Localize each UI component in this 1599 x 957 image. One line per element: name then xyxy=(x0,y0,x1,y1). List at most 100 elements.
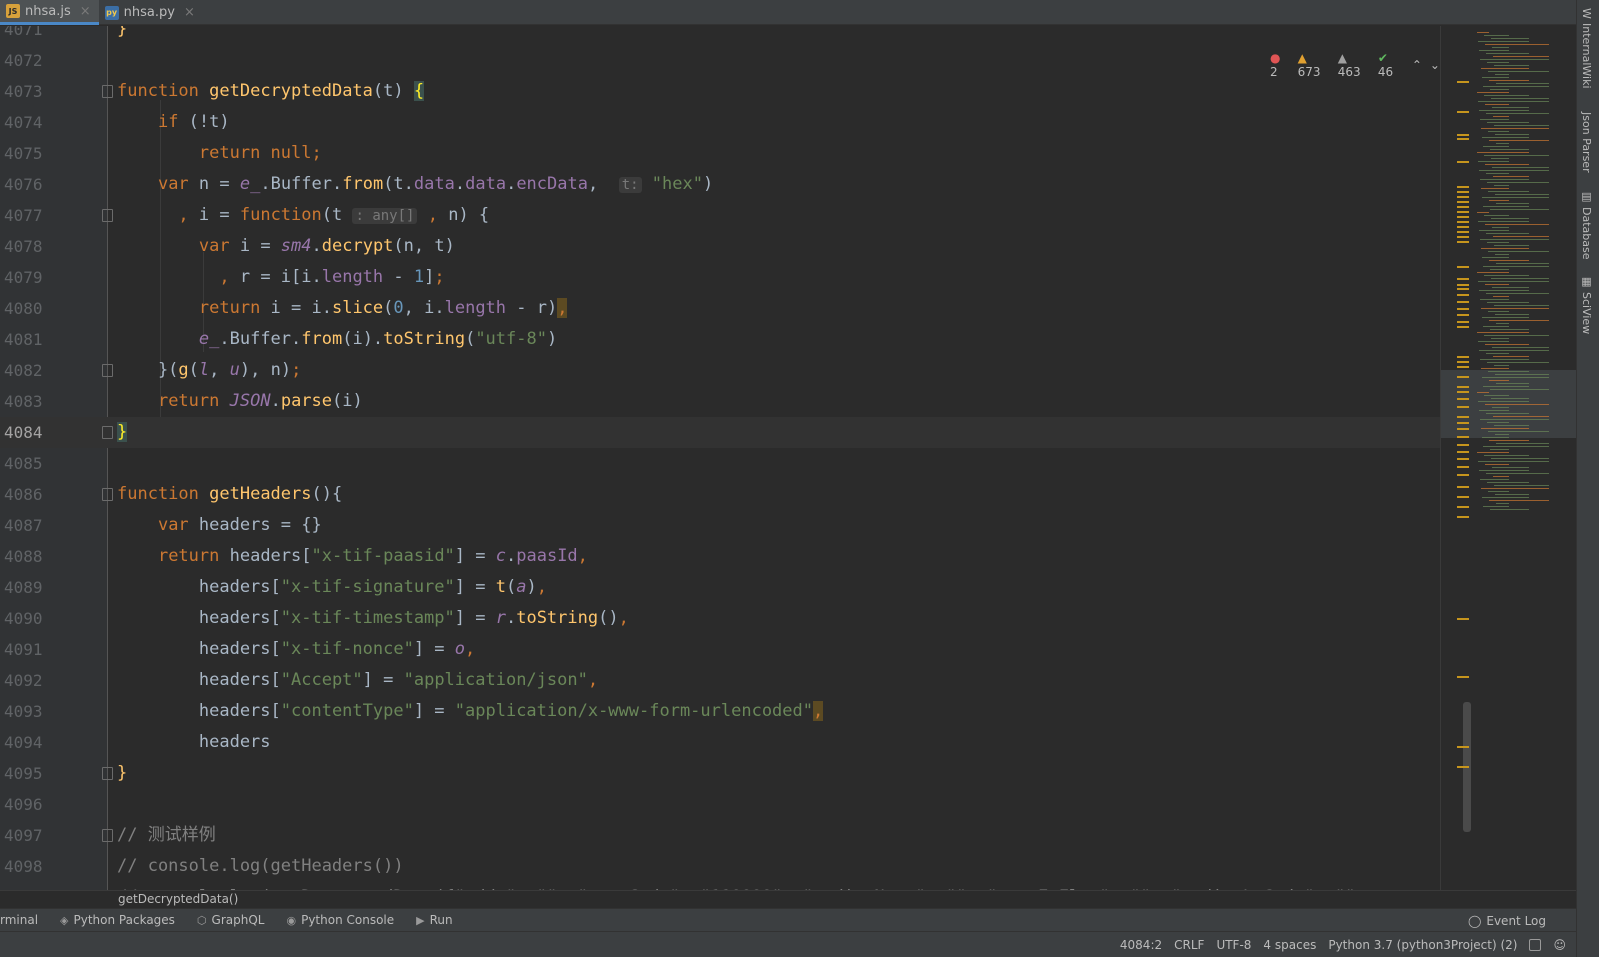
warning-stripe-mark[interactable] xyxy=(1457,81,1469,83)
warning-stripe-mark[interactable] xyxy=(1457,201,1469,203)
warning-stripe-mark[interactable] xyxy=(1457,516,1469,518)
line-number[interactable]: 4099 xyxy=(4,882,44,890)
line-number[interactable]: 4071 xyxy=(4,26,44,45)
line-separator[interactable]: CRLF xyxy=(1174,938,1204,952)
line-number[interactable]: 4088 xyxy=(4,541,44,572)
fold-marker-icon[interactable] xyxy=(102,488,113,501)
line-number[interactable]: 4096 xyxy=(4,789,44,820)
graphql-tab[interactable]: ⬡ GraphQL xyxy=(186,909,276,932)
fold-marker-icon[interactable] xyxy=(102,209,113,222)
tab-nhsa-py[interactable]: py nhsa.py × xyxy=(99,0,203,25)
warning-stripe-mark[interactable] xyxy=(1457,398,1469,400)
code-line[interactable]: 4076 var n = e_.Buffer.from(t.data.data.… xyxy=(0,169,1440,200)
warning-stripe-mark[interactable] xyxy=(1457,314,1469,316)
run-tab[interactable]: ▶ Run xyxy=(405,909,463,932)
warnings-count[interactable]: ▲ 673 xyxy=(1298,51,1330,79)
event-log-tab[interactable]: ◯ Event Log xyxy=(1468,909,1546,932)
warning-stripe-mark[interactable] xyxy=(1457,422,1469,424)
warning-stripe-mark[interactable] xyxy=(1457,288,1469,290)
line-number[interactable]: 4086 xyxy=(4,479,44,510)
line-number[interactable]: 4077 xyxy=(4,200,44,231)
warning-stripe-mark[interactable] xyxy=(1457,356,1469,358)
code-line[interactable]: 4086 function getHeaders(){ xyxy=(0,479,1440,510)
code-line[interactable]: 4073 function getDecryptedData(t) { xyxy=(0,76,1440,107)
code-line[interactable]: 4096 xyxy=(0,789,1440,820)
code-line[interactable]: 4087 var headers = {} xyxy=(0,510,1440,541)
code-line[interactable]: 4081 e_.Buffer.from(i).toString("utf-8") xyxy=(0,324,1440,355)
code-line[interactable]: 4077 , i = function(t : any[] , n) { xyxy=(0,200,1440,231)
warning-stripe-mark[interactable] xyxy=(1457,391,1469,393)
code-editor[interactable]: 4071} 4072 4073 function getDecryptedData(t… xyxy=(0,26,1440,890)
code-line[interactable]: 4071} xyxy=(0,26,1440,45)
warning-stripe-mark[interactable] xyxy=(1457,321,1469,323)
code-line[interactable]: 4078 var i = sm4.decrypt(n, t) xyxy=(0,231,1440,262)
tab-nhsa-js[interactable]: JS nhsa.js × xyxy=(0,0,99,25)
weak-warnings-count[interactable]: ▲ 463 xyxy=(1338,51,1370,79)
line-number[interactable]: 4089 xyxy=(4,572,44,603)
code-line[interactable]: 4097 // 测试样例 xyxy=(0,820,1440,851)
code-line[interactable]: 4080 return i = i.slice(0, i.length - r)… xyxy=(0,293,1440,324)
python-packages-tab[interactable]: ◈ Python Packages xyxy=(49,909,186,932)
code-line[interactable]: 4085 xyxy=(0,448,1440,479)
line-number[interactable]: 4082 xyxy=(4,355,44,386)
warning-stripe-mark[interactable] xyxy=(1457,278,1469,280)
warning-stripe-mark[interactable] xyxy=(1457,111,1469,113)
code-line[interactable]: 4072 xyxy=(0,45,1440,76)
json-parser-tab[interactable]: Json Parser xyxy=(1580,112,1593,173)
warning-stripe-mark[interactable] xyxy=(1457,301,1469,303)
close-icon[interactable]: × xyxy=(184,5,195,20)
warning-stripe-mark[interactable] xyxy=(1457,138,1469,140)
warning-stripe-mark[interactable] xyxy=(1457,211,1469,213)
line-number[interactable]: 4072 xyxy=(4,45,44,76)
code-line[interactable]: 4090 headers["x-tif-timestamp"] = r.toSt… xyxy=(0,603,1440,634)
warning-stripe-mark[interactable] xyxy=(1457,161,1469,163)
fold-marker-icon[interactable] xyxy=(102,364,113,377)
warning-stripe-mark[interactable] xyxy=(1457,436,1469,438)
line-number[interactable]: 4090 xyxy=(4,603,44,634)
internal-wiki-tab[interactable]: W InternalWiki xyxy=(1580,8,1593,88)
python-interpreter[interactable]: Python 3.7 (python3Project) (2) xyxy=(1328,938,1517,952)
warning-stripe-mark[interactable] xyxy=(1457,466,1469,468)
code-line[interactable]: 4079 , r = i[i.length - 1]; xyxy=(0,262,1440,293)
caret-position[interactable]: 4084:2 xyxy=(1120,938,1162,952)
fold-marker-icon[interactable] xyxy=(102,426,113,439)
code-line[interactable]: 4092 headers["Accept"] = "application/js… xyxy=(0,665,1440,696)
code-line[interactable]: 4094 headers xyxy=(0,727,1440,758)
close-icon[interactable]: × xyxy=(80,4,91,19)
line-number[interactable]: 4095 xyxy=(4,758,44,789)
code-line[interactable]: 4075 return null; xyxy=(0,138,1440,169)
line-number[interactable]: 4083 xyxy=(4,386,44,417)
line-number[interactable]: 4073 xyxy=(4,76,44,107)
code-minimap[interactable] xyxy=(1440,26,1576,890)
line-number[interactable]: 4098 xyxy=(4,851,44,882)
fold-marker-icon[interactable] xyxy=(102,767,113,780)
breadcrumb-item[interactable]: getDecryptedData() xyxy=(118,892,238,906)
code-line[interactable]: 4083 return JSON.parse(i) xyxy=(0,386,1440,417)
warning-stripe-mark[interactable] xyxy=(1457,746,1469,748)
fold-marker-icon[interactable] xyxy=(102,829,113,842)
warning-stripe-mark[interactable] xyxy=(1457,241,1469,243)
code-line[interactable]: 4082 }(g(l, u), n); xyxy=(0,355,1440,386)
line-number[interactable]: 4094 xyxy=(4,727,44,758)
line-number[interactable]: 4076 xyxy=(4,169,44,200)
warning-stripe-mark[interactable] xyxy=(1457,451,1469,453)
code-line[interactable]: 4089 headers["x-tif-signature"] = t(a), xyxy=(0,572,1440,603)
fold-marker-icon[interactable] xyxy=(102,85,113,98)
warning-stripe-mark[interactable] xyxy=(1457,226,1469,228)
warning-stripe-mark[interactable] xyxy=(1457,496,1469,498)
line-number[interactable]: 4092 xyxy=(4,665,44,696)
warning-stripe-mark[interactable] xyxy=(1457,376,1469,378)
code-line[interactable]: 4095} xyxy=(0,758,1440,789)
code-line[interactable]: 4099 // console.log(getDecryptedData({"ad… xyxy=(0,882,1440,890)
line-number[interactable]: 4084 xyxy=(4,417,44,448)
line-number[interactable]: 4085 xyxy=(4,448,44,479)
warning-stripe-mark[interactable] xyxy=(1457,406,1469,408)
warning-stripe-mark[interactable] xyxy=(1457,366,1469,368)
warning-stripe-mark[interactable] xyxy=(1457,386,1469,388)
warning-stripe-mark[interactable] xyxy=(1457,134,1469,136)
warning-stripe-mark[interactable] xyxy=(1457,486,1469,488)
warning-stripe-mark[interactable] xyxy=(1457,196,1469,198)
line-number[interactable]: 4087 xyxy=(4,510,44,541)
lock-icon[interactable] xyxy=(1529,938,1542,951)
typos-count[interactable]: ✔ 46 xyxy=(1378,51,1404,79)
